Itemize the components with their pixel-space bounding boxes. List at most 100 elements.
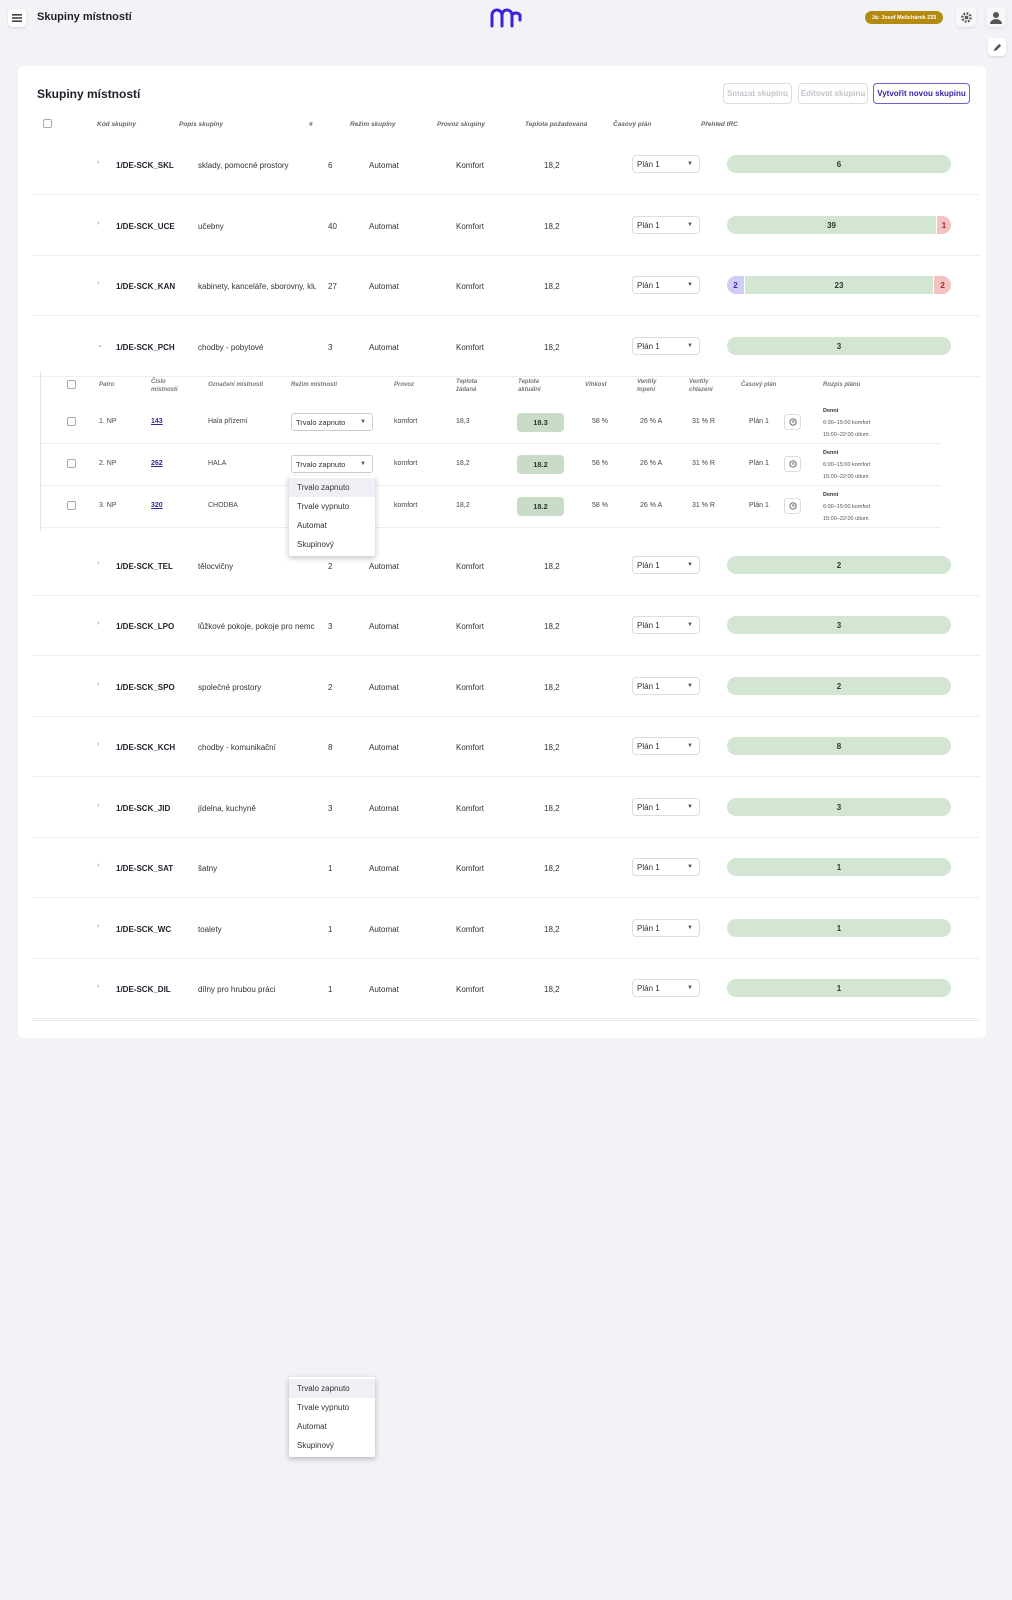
- expand-chevron-icon[interactable]: ⌄: [97, 341, 103, 349]
- expand-chevron-icon[interactable]: ›: [97, 923, 99, 930]
- select-all-checkbox[interactable]: [43, 119, 52, 128]
- plan-select[interactable]: Plán 1 ▼: [632, 616, 700, 634]
- header-irc[interactable]: Přehled IRC: [701, 121, 738, 128]
- plan-select[interactable]: Plán 1 ▼: [632, 337, 700, 355]
- dropdown-option[interactable]: Automat: [289, 1417, 375, 1436]
- plan-select[interactable]: Plán 1 ▼: [632, 979, 700, 997]
- plan-select-value: Plán 1: [637, 341, 660, 351]
- schedule-button[interactable]: [784, 498, 801, 514]
- expand-chevron-icon[interactable]: ›: [97, 560, 99, 567]
- cooling-valves: 31 % R: [692, 502, 715, 509]
- required-temperature: 18,2: [544, 161, 560, 170]
- dropdown-option[interactable]: Skupinový: [289, 1436, 375, 1455]
- schedule-button[interactable]: [784, 456, 801, 472]
- dropdown-option[interactable]: Automat: [289, 516, 375, 535]
- group-mode: Automat: [369, 622, 399, 631]
- schedule-summary: Denní 6:00–15:00 komfort 15:00–22:00 útl…: [823, 489, 870, 525]
- table-row[interactable]: › 1/DE-SCK_DIL dílny pro hrubou práci 1 …: [32, 959, 980, 1019]
- table-row[interactable]: › 1/DE-SCK_UCE učebny 40 Automat Komfort…: [32, 196, 980, 256]
- clock-icon: [788, 418, 797, 426]
- header-temp[interactable]: Teplota požadovaná: [525, 121, 587, 128]
- plan-select[interactable]: Plán 1 ▼: [632, 677, 700, 695]
- sub-select-all-checkbox[interactable]: [67, 380, 76, 389]
- user-badge[interactable]: Já: Josef Melichárek 233: [865, 11, 943, 24]
- table-row[interactable]: › 1/DE-SCK_LPO lůžkové pokoje, pokoje pr…: [32, 596, 980, 656]
- delete-group-button[interactable]: Smazat skupinu: [723, 83, 792, 104]
- table-row[interactable]: › 1/DE-SCK_SKL sklady, pomocné prostory …: [32, 135, 980, 195]
- create-group-button[interactable]: Vytvořit novou skupinu: [873, 83, 970, 104]
- header-mode[interactable]: Režim skupiny: [350, 121, 396, 128]
- dropdown-option[interactable]: Trvale vypnuto: [289, 1398, 375, 1417]
- room-checkbox[interactable]: [67, 417, 76, 426]
- room-mode-select[interactable]: Trvalo zapnuto ▼: [291, 413, 373, 431]
- hamburger-menu-button[interactable]: [8, 9, 26, 27]
- plan-select[interactable]: Plán 1 ▼: [632, 216, 700, 234]
- expand-chevron-icon[interactable]: ›: [97, 280, 99, 287]
- room-temp-set: 18,2: [456, 502, 470, 509]
- table-row[interactable]: › 1/DE-SCK_KCH chodby - komunikační 8 Au…: [32, 717, 980, 777]
- room-row[interactable]: 2. NP 262 HALA Trvalo zapnuto ▼ komfort 1…: [41, 444, 941, 486]
- dropdown-option[interactable]: Skupinový: [289, 535, 375, 554]
- profile-button[interactable]: [986, 7, 1006, 27]
- expand-chevron-icon[interactable]: ›: [97, 741, 99, 748]
- edit-group-button[interactable]: Editovat skupinu: [798, 83, 868, 104]
- edit-mode-button[interactable]: [988, 38, 1006, 56]
- header-provoz[interactable]: Provoz skupiny: [437, 121, 485, 128]
- plan-select[interactable]: Plán 1 ▼: [632, 155, 700, 173]
- expand-chevron-icon[interactable]: ›: [97, 620, 99, 627]
- room-temp-actual: 18.2: [517, 455, 564, 474]
- header-count[interactable]: #: [309, 121, 313, 128]
- plan-select[interactable]: Plán 1 ▼: [632, 276, 700, 294]
- plan-select[interactable]: Plán 1 ▼: [632, 737, 700, 755]
- table-row[interactable]: › 1/DE-SCK_SAT šatny 1 Automat Komfort 1…: [32, 838, 980, 898]
- room-plan: Plán 1: [749, 502, 769, 509]
- expand-chevron-icon[interactable]: ›: [97, 681, 99, 688]
- expand-chevron-icon[interactable]: ›: [97, 159, 99, 166]
- room-mode-dropdown-detached: Trvalo zapnuto Trvale vypnuto Automat Sk…: [289, 1377, 375, 1457]
- plan-select[interactable]: Plán 1 ▼: [632, 919, 700, 937]
- table-row[interactable]: ⌄ 1/DE-SCK_PCH chodby - pobytové 3 Autom…: [32, 317, 980, 377]
- room-row[interactable]: 3. NP 320 CHODBA komfort 18,2 18.2 58 % …: [41, 486, 941, 528]
- table-row[interactable]: › 1/DE-SCK_TEL tělocvičny 2 Automat Komf…: [32, 536, 980, 596]
- header-code[interactable]: Kód skupiny: [97, 121, 136, 128]
- plan-select[interactable]: Plán 1 ▼: [632, 798, 700, 816]
- schedule-button[interactable]: [784, 414, 801, 430]
- plan-select-value: Plán 1: [637, 159, 660, 169]
- room-number-link[interactable]: 262: [151, 460, 163, 467]
- expand-chevron-icon[interactable]: ›: [97, 220, 99, 227]
- room-checkbox[interactable]: [67, 459, 76, 468]
- expand-chevron-icon[interactable]: ›: [97, 802, 99, 809]
- header-plan[interactable]: Časový plán: [613, 121, 651, 128]
- group-code: 1/DE-SCK_DIL: [116, 985, 171, 994]
- dropdown-option[interactable]: Trvalo zapnuto: [289, 478, 375, 497]
- plan-select[interactable]: Plán 1 ▼: [632, 556, 700, 574]
- table-row[interactable]: › 1/DE-SCK_JID jídelna, kuchyně 3 Automa…: [32, 778, 980, 838]
- dropdown-option[interactable]: Trvalo zapnuto: [289, 1379, 375, 1398]
- room-name: HALA: [208, 460, 227, 467]
- required-temperature: 18,2: [544, 282, 560, 291]
- table-row[interactable]: › 1/DE-SCK_KAN kabinety, kanceláře, sbor…: [32, 256, 980, 316]
- required-temperature: 18,2: [544, 343, 560, 352]
- table-row[interactable]: › 1/DE-SCK_WC toalety 1 Automat Komfort …: [32, 899, 980, 959]
- room-checkbox[interactable]: [67, 501, 76, 510]
- expand-chevron-icon[interactable]: ›: [97, 983, 99, 990]
- irc-segment: 1: [937, 216, 951, 234]
- header-desc[interactable]: Popis skupiny: [179, 121, 223, 128]
- irc-segment: 2: [727, 276, 744, 294]
- room-count: 2: [328, 683, 333, 692]
- dropdown-option[interactable]: Trvale vypnuto: [289, 497, 375, 516]
- settings-button[interactable]: [956, 7, 976, 27]
- plan-select[interactable]: Plán 1 ▼: [632, 858, 700, 876]
- table-row[interactable]: › 1/DE-SCK_SPO společné prostory 2 Autom…: [32, 657, 980, 717]
- room-row[interactable]: 1. NP 143 Hala přízemí Trvalo zapnuto ▼ k…: [41, 402, 941, 444]
- expand-chevron-icon[interactable]: ›: [97, 862, 99, 869]
- plan-select-value: Plán 1: [637, 681, 660, 691]
- room-number-link[interactable]: 143: [151, 418, 163, 425]
- logo-icon: [490, 8, 522, 28]
- irc-segment: 3: [727, 616, 951, 634]
- room-mode-dropdown: Trvalo zapnuto Trvale vypnuto Automat Sk…: [289, 476, 375, 556]
- clock-icon: [788, 460, 797, 468]
- irc-segment: 1: [727, 919, 951, 937]
- room-mode-select[interactable]: Trvalo zapnuto ▼: [291, 455, 373, 473]
- room-number-link[interactable]: 320: [151, 502, 163, 509]
